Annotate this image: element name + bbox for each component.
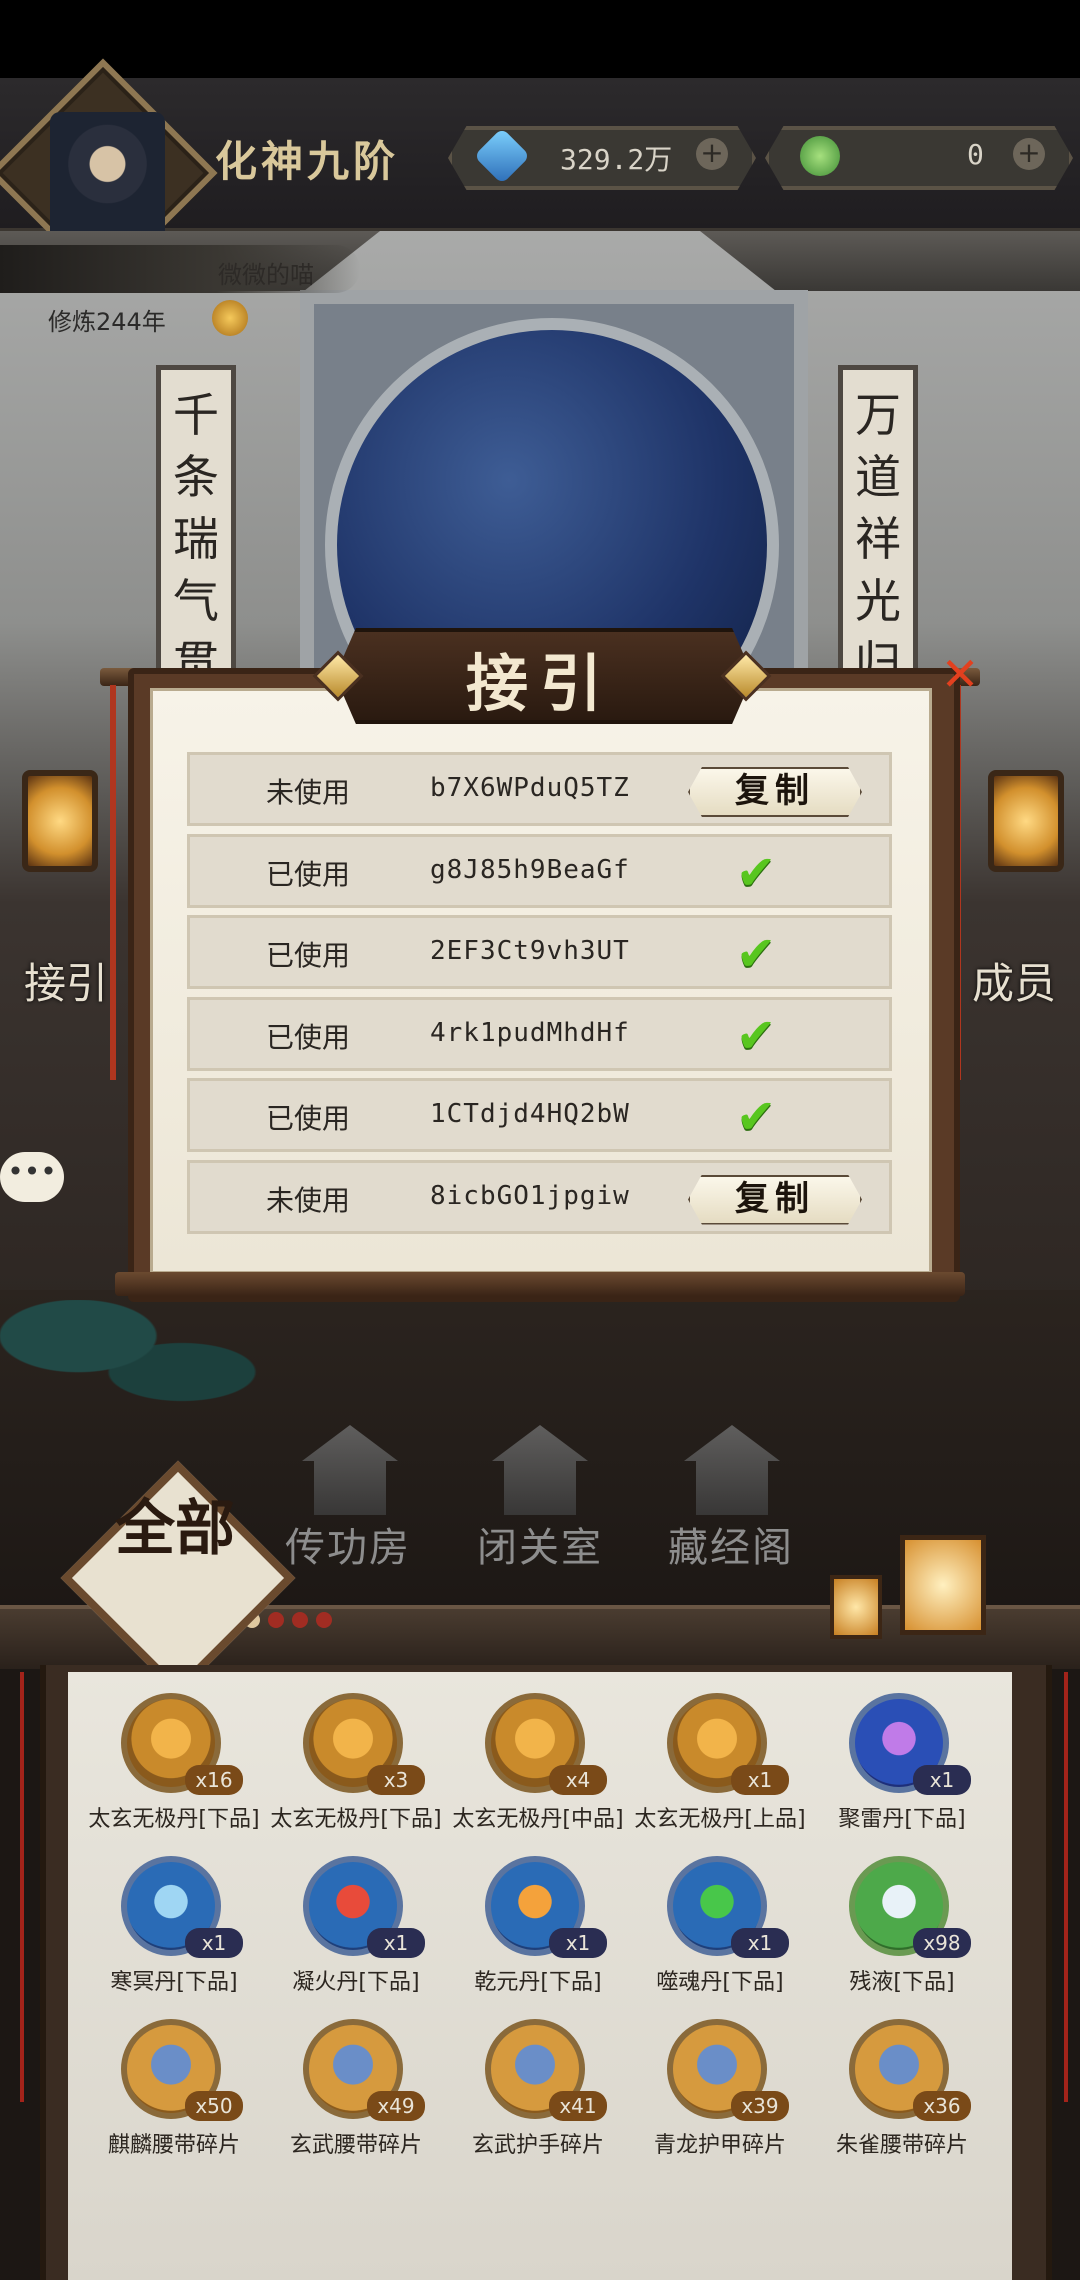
invite-code: g8J85h9BeaGf xyxy=(430,854,630,885)
invite-code: 2EF3Ct9vh3UT xyxy=(430,936,630,966)
close-button[interactable]: ✕ xyxy=(938,651,982,697)
code-status: 已使用 xyxy=(266,1102,351,1135)
invite-code-row: 已使用 4rk1pudMhdHf ✔ xyxy=(187,996,892,1071)
code-status: 未使用 xyxy=(266,776,351,809)
invite-code: 1CTdjd4HQ2bW xyxy=(430,1099,630,1129)
invite-code-row: 已使用 1CTdjd4HQ2bW ✔ xyxy=(187,1078,892,1152)
invite-code: b7X6WPduQ5TZ xyxy=(430,773,630,803)
invite-code: 4rk1pudMhdHf xyxy=(430,1017,630,1048)
invite-code: 8icbGO1jpgiw xyxy=(430,1180,630,1211)
scroll-bottom-rod xyxy=(115,1272,965,1296)
copy-button[interactable]: 复制 xyxy=(688,767,862,817)
invite-code-row: 未使用 8icbGO1jpgiw 复制 xyxy=(187,1159,892,1234)
invite-code-row: 未使用 b7X6WPduQ5TZ 复制 xyxy=(187,752,892,826)
used-check-icon: ✔ xyxy=(736,1007,777,1064)
copy-button[interactable]: 复制 xyxy=(688,1174,862,1225)
code-status: 未使用 xyxy=(266,1183,351,1217)
used-check-icon: ✔ xyxy=(736,844,777,901)
invite-code-row: 已使用 g8J85h9BeaGf ✔ xyxy=(187,833,892,908)
modal-title: 接引 xyxy=(465,647,614,720)
code-status: 已使用 xyxy=(266,1020,351,1054)
invite-code-row: 已使用 2EF3Ct9vh3UT ✔ xyxy=(187,915,892,989)
code-status: 已使用 xyxy=(266,939,351,972)
scroll-pole-left xyxy=(110,685,116,1080)
used-check-icon: ✔ xyxy=(736,926,777,982)
used-check-icon: ✔ xyxy=(736,1089,777,1145)
code-status: 已使用 xyxy=(266,857,351,891)
